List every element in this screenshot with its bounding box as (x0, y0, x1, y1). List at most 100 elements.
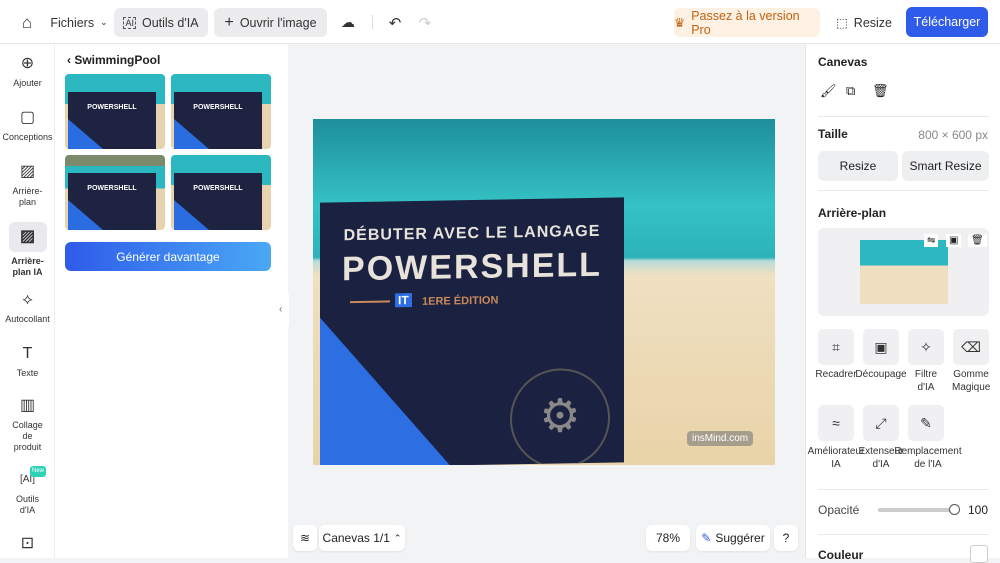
gears-icon: ⚙ (510, 367, 610, 465)
files-menu[interactable]: Fichiers ⌄ (50, 8, 108, 37)
suggest-label: Suggérer (715, 531, 765, 545)
new-badge: New (30, 466, 47, 477)
plus-circle-icon: ⊕ (20, 55, 35, 72)
layers-button[interactable]: ≋ (293, 525, 317, 551)
text-icon: T (22, 345, 33, 362)
chevron-down-icon: ⌄ (100, 17, 108, 27)
replace-image-icon[interactable]: ▣ (946, 234, 962, 247)
generate-more-button[interactable]: Générer davantage (65, 242, 271, 271)
rail-item-text[interactable]: T Texte (0, 344, 55, 379)
smart-resize-button[interactable]: Smart Resize (902, 151, 989, 181)
color-label: Couleur (818, 548, 864, 562)
magic-eraser-tool[interactable]: ⌫ (953, 329, 989, 365)
crown-icon: ♛ (674, 16, 686, 30)
result-thumbnail[interactable]: POWERSHELL (65, 155, 165, 230)
rail-item-background[interactable]: ▨ Arrière-plan (0, 162, 55, 208)
rail-item-collage[interactable]: ▥ Collage de produit (0, 396, 55, 453)
ai-icon: AI (123, 16, 136, 29)
suggest-button[interactable]: ✎ Suggérer (696, 525, 770, 551)
open-image-label: Ouvrir l'image (239, 15, 317, 30)
designs-icon: ▢ (19, 109, 36, 126)
rail-label: Autocollant (5, 314, 50, 324)
tool-label: Remplacement de l'IA (894, 446, 962, 470)
enhance-icon: ≈ (832, 415, 840, 431)
color-swatch[interactable] (970, 545, 988, 563)
rail-label: Conceptions (2, 132, 53, 142)
rail-item-add[interactable]: ⊕ Ajouter (0, 54, 55, 89)
delete-background-icon[interactable]: 🗑 (968, 234, 987, 247)
left-rail: ⊕ Ajouter ▢ Conceptions ▨ Arrière-plan ▨ Arr… (0, 44, 55, 558)
cover-edition: 1ERE ÉDITION (422, 294, 499, 308)
suggest-icon: ✎ (701, 531, 712, 545)
cover-triangle (320, 315, 450, 465)
thumb-text: POWERSHELL (68, 173, 156, 230)
divider (818, 116, 989, 117)
cloud-sync-icon[interactable]: ☁ (336, 8, 360, 37)
cutout-tool[interactable]: ▣ (863, 329, 899, 365)
cover-badge: IT (395, 293, 412, 308)
generate-label: Générer davantage (116, 249, 220, 264)
collapse-panel-handle[interactable]: ‹ (279, 290, 289, 330)
enhancer-tool[interactable]: ≈ (818, 405, 854, 441)
result-thumbnail[interactable]: POWERSHELL (171, 155, 271, 230)
background-icon: ▨ (19, 163, 36, 180)
opacity-slider-handle[interactable] (949, 504, 960, 515)
smart-resize-label: Smart Resize (909, 159, 982, 173)
rail-label: Texte (16, 368, 39, 378)
delete-icon[interactable]: 🗑 (872, 83, 889, 99)
canvas-title: Canevas (818, 55, 868, 69)
replace-tool[interactable]: ✎ (908, 405, 944, 441)
home-icon[interactable]: ⌂ (14, 8, 40, 37)
ai-filter-tool[interactable]: ✧ (908, 329, 944, 365)
help-button[interactable]: ? (774, 525, 798, 551)
rail-item-designs[interactable]: ▢ Conceptions (0, 108, 55, 143)
resize-canvas-button[interactable]: Resize (818, 151, 898, 181)
resize-icon: ⬚ (835, 16, 848, 30)
crop-tool[interactable]: ⌗ (818, 329, 854, 365)
resize-label: Resize (853, 15, 893, 30)
duplicate-icon[interactable]: ⧉ (846, 83, 855, 99)
flip-icon[interactable]: ⇋ (924, 234, 939, 247)
panel-title: SwimmingPool (74, 53, 161, 67)
divider (372, 15, 373, 29)
background-preview[interactable]: ⇋ ▣ 🗑 (818, 228, 989, 316)
rail-label: Arrière-plan (12, 186, 43, 207)
properties-panel: Canevas 🖌 ⧉ 🗑 Taille 800 × 600 px Resize… (805, 44, 1000, 563)
collage-icon: ▥ (19, 397, 36, 414)
divider (818, 489, 989, 490)
size-label: Taille (818, 127, 848, 141)
rail-item-sticker[interactable]: ⟡ Autocollant (0, 290, 55, 325)
rail-item-ai-background[interactable]: ▨ Arrière-plan IA (0, 222, 55, 278)
zoom-value: 78% (655, 531, 681, 545)
undo-icon[interactable]: ↶ (384, 8, 406, 37)
zoom-dropdown[interactable]: 78% (646, 525, 690, 551)
format-painter-icon[interactable]: 🖌 (820, 83, 837, 99)
background-title: Arrière-plan (818, 206, 887, 220)
upgrade-label: Passez à la version Pro (691, 8, 800, 37)
magic-wand-icon: ✧ (920, 339, 932, 355)
watermark: insMind.com (687, 431, 754, 446)
layers-icon: ≋ (299, 531, 311, 545)
back-button[interactable]: ‹ SwimmingPool (67, 53, 160, 67)
thumb-text: POWERSHELL (174, 92, 262, 149)
open-image-button[interactable]: + Ouvrir l'image (214, 8, 327, 37)
crop-icon: ⌗ (832, 339, 840, 355)
eraser-icon: ⌫ (961, 339, 981, 355)
rail-item-upload[interactable]: ⊡ (0, 534, 55, 558)
result-thumbnail[interactable]: POWERSHELL (65, 74, 165, 149)
upgrade-pro-button[interactable]: ♛ Passez à la version Pro (674, 8, 820, 37)
divider (818, 534, 989, 535)
ai-background-icon: ▨ (8, 222, 47, 252)
resize-button[interactable]: ⬚ Resize (834, 8, 894, 37)
download-button[interactable]: Télécharger (906, 7, 988, 37)
folder-upload-icon: ⊡ (20, 535, 35, 552)
ai-tools-button[interactable]: AI Outils d'IA (114, 8, 208, 37)
canvas-pages-button[interactable]: Canevas 1/1 ⌃ (319, 525, 405, 551)
canvas-image[interactable]: DÉBUTER AVEC LE LANGAGE POWERSHELL IT 1E… (313, 119, 775, 465)
book-cover: DÉBUTER AVEC LE LANGAGE POWERSHELL IT 1E… (320, 197, 624, 465)
result-thumbnail[interactable]: POWERSHELL (171, 74, 271, 149)
expander-tool[interactable]: ⤢ (863, 405, 899, 441)
redo-icon[interactable]: ↷ (414, 8, 436, 37)
rail-item-ai-tools[interactable]: [AI] Outils d'IA New (0, 466, 55, 516)
opacity-slider[interactable] (878, 508, 954, 512)
